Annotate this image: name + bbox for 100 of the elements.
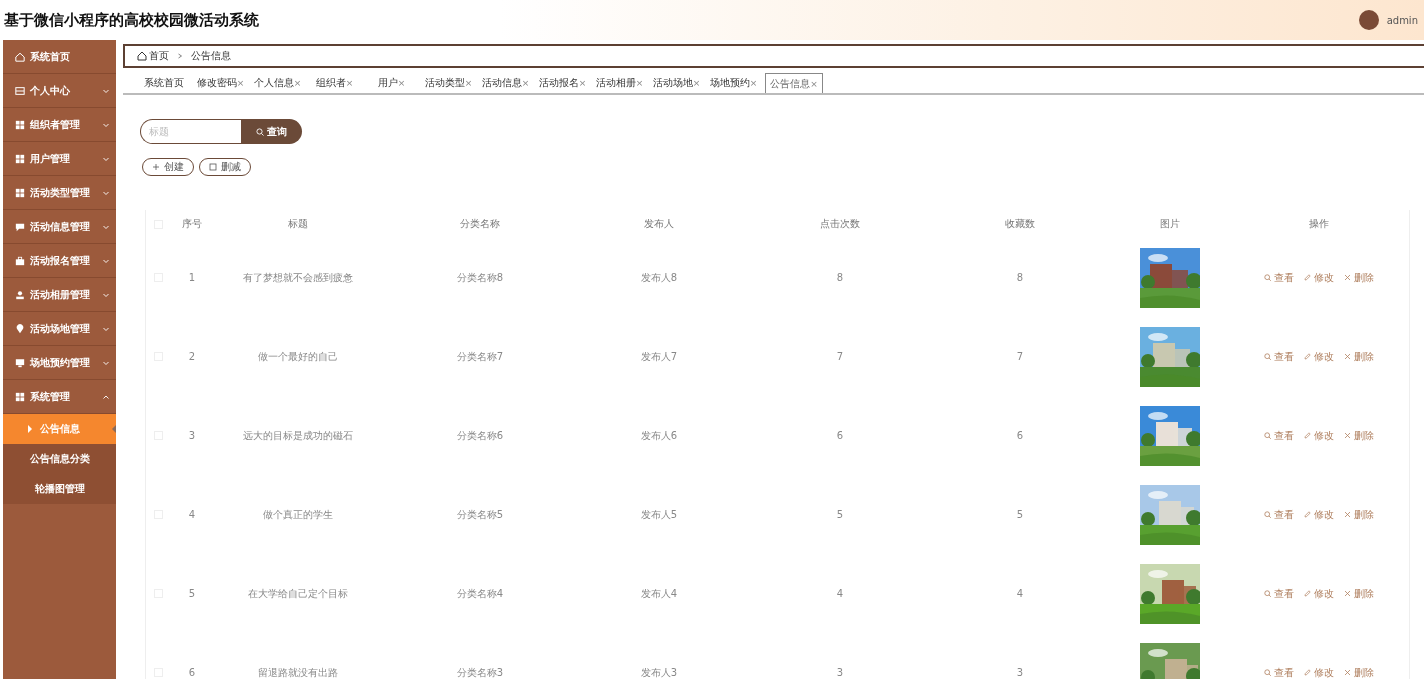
tab[interactable]: 活动相册× [591, 73, 648, 93]
table-cell-text: 发布人3 [639, 665, 679, 679]
menu-item[interactable]: 个人中心 [3, 74, 116, 108]
tab-close[interactable]: × [810, 78, 818, 89]
view-link[interactable]: 查看 [1264, 270, 1294, 285]
pencil-icon [1304, 511, 1311, 518]
tab[interactable]: 活动类型× [420, 73, 477, 93]
table-cell-text: 5 [1015, 509, 1025, 520]
edit-link[interactable]: 修改 [1304, 349, 1334, 364]
tab-close[interactable]: × [578, 78, 587, 88]
table-cell-text: 6 [187, 667, 197, 678]
grid-icon [15, 391, 25, 402]
table-cell-text: 留退路就没有出路 [257, 665, 339, 679]
close-icon [1344, 669, 1351, 676]
delete-button[interactable]: 删减 [199, 158, 251, 176]
menu-item[interactable]: 组织者管理 [3, 108, 116, 142]
table-cell-text: 3 [1015, 667, 1025, 678]
menu-item[interactable]: 系统首页 [3, 40, 116, 74]
view-link[interactable]: 查看 [1264, 349, 1294, 364]
pencil-icon [1304, 274, 1311, 281]
table-cell-text: 发布人8 [639, 270, 679, 285]
view-link[interactable]: 查看 [1264, 665, 1294, 679]
menu-item[interactable]: 活动相册管理 [3, 278, 116, 312]
breadcrumb-link[interactable]: 首页 [137, 49, 169, 63]
person-icon [15, 289, 25, 300]
edit-link[interactable]: 修改 [1304, 428, 1334, 443]
table-cell-text: 发布人6 [639, 428, 679, 443]
monitor-icon [15, 357, 25, 368]
caret-right-icon [27, 425, 33, 433]
close-icon [1344, 353, 1351, 360]
tab[interactable]: 个人信息× [249, 73, 306, 93]
tab-label: 系统首页 [143, 76, 184, 90]
tab[interactable]: 系统首页 [135, 73, 192, 93]
tab-label: 活动场地 [652, 76, 693, 90]
tab-close[interactable]: × [749, 78, 758, 88]
tab-label: 活动相册 [595, 76, 636, 90]
column-header: 序号 [181, 217, 203, 231]
menu-item[interactable]: 场地预约管理 [3, 346, 116, 380]
delete-link[interactable]: 删除 [1344, 586, 1374, 601]
delete-link[interactable]: 删除 [1344, 349, 1374, 364]
delete-link[interactable]: 删除 [1344, 270, 1374, 285]
close-icon [1344, 511, 1351, 518]
edit-link[interactable]: 修改 [1304, 270, 1334, 285]
tab[interactable]: 活动报名× [534, 73, 591, 93]
tab-label: 个人信息 [253, 76, 294, 90]
tab[interactable]: 场地预约× [705, 73, 762, 93]
tab[interactable]: 修改密码× [192, 73, 249, 93]
pencil-icon [1304, 669, 1311, 676]
table-cell-text: 发布人7 [639, 349, 679, 364]
table-cell-text: 8 [1015, 272, 1025, 283]
tab[interactable]: 公告信息× [765, 73, 823, 93]
table-cell-text: 4 [1015, 588, 1025, 599]
tab-close[interactable]: × [236, 78, 245, 88]
menu-item[interactable]: 用户管理 [3, 142, 116, 176]
tab-close[interactable]: × [692, 78, 701, 88]
menu-item[interactable]: 活动场地管理 [3, 312, 116, 346]
table-cell-text: 3 [835, 667, 845, 678]
table-cell-text: 2 [187, 351, 197, 362]
table-cell-text: 做一个最好的自己 [257, 349, 339, 364]
user-name[interactable]: admin [1386, 14, 1418, 26]
delete-link[interactable]: 删除 [1344, 428, 1374, 443]
view-link[interactable]: 查看 [1264, 428, 1294, 443]
avatar[interactable] [1358, 10, 1379, 30]
menu-item[interactable]: 活动报名管理 [3, 244, 116, 278]
chevron-right-icon [177, 53, 183, 59]
edit-link[interactable]: 修改 [1304, 507, 1334, 522]
tab[interactable]: 活动信息× [477, 73, 534, 93]
menu-item[interactable]: 活动信息管理 [3, 210, 116, 244]
edit-link[interactable]: 修改 [1304, 586, 1334, 601]
column-header: 点击次数 [819, 217, 861, 231]
delete-link[interactable]: 删除 [1344, 665, 1374, 679]
tab[interactable]: 组织者× [306, 73, 363, 93]
submenu-item[interactable]: 公告信息分类 [3, 444, 116, 474]
close-icon [1344, 432, 1351, 439]
view-link[interactable]: 查看 [1264, 586, 1294, 601]
search-field[interactable]: 标题 [140, 119, 241, 144]
column-header: 收藏数 [1004, 217, 1036, 231]
table-cell-text: 7 [835, 351, 845, 362]
grid-icon [15, 187, 25, 198]
app-title: 基于微信小程序的高校校园微活动系统 [4, 10, 259, 30]
search-button[interactable]: 查询 [241, 119, 302, 144]
tab-close[interactable]: × [397, 78, 406, 88]
table-cell-text: 分类名称4 [455, 586, 505, 601]
tab-close[interactable]: × [345, 78, 354, 88]
create-button[interactable]: 创建 [142, 158, 194, 176]
tab[interactable]: 活动场地× [648, 73, 705, 93]
view-icon [1264, 274, 1271, 281]
delete-link[interactable]: 删除 [1344, 507, 1374, 522]
submenu-item[interactable]: 轮播图管理 [3, 474, 116, 504]
tab-label: 场地预约 [709, 76, 750, 90]
tab-close[interactable]: × [521, 78, 530, 88]
tab-close[interactable]: × [464, 78, 473, 88]
menu-item[interactable]: 活动类型管理 [3, 176, 116, 210]
tab[interactable]: 用户× [363, 73, 420, 93]
tab-close[interactable]: × [293, 78, 302, 88]
breadcrumb-item: 公告信息 [191, 49, 231, 63]
tab-close[interactable]: × [635, 78, 644, 88]
view-link[interactable]: 查看 [1264, 507, 1294, 522]
table-cell-text: 分类名称5 [455, 507, 505, 522]
edit-link[interactable]: 修改 [1304, 665, 1334, 679]
